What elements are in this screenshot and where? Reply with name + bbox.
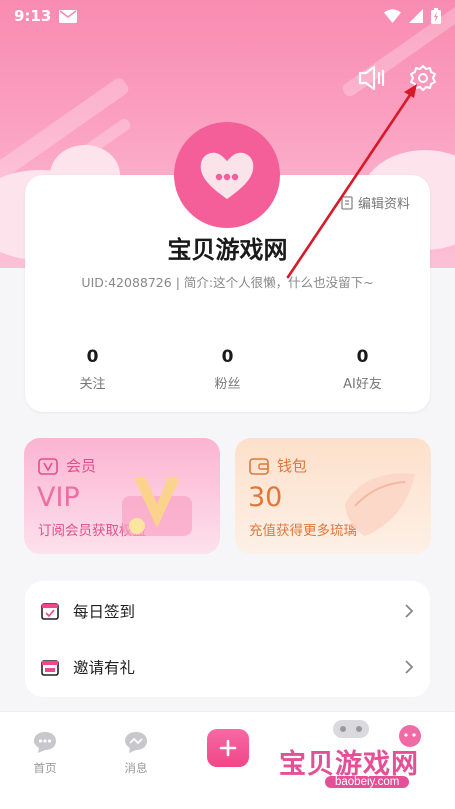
menu-item-daily-checkin[interactable]: 每日签到 [25, 583, 430, 639]
stat-value: 0 [86, 347, 99, 367]
chat-bubble-icon [34, 732, 56, 753]
vip-badge-icon [38, 457, 58, 475]
avatar[interactable] [174, 122, 280, 228]
menu-card: 每日签到 邀请有礼 [25, 581, 430, 697]
calendar-check-icon [41, 603, 59, 620]
mail-icon [59, 9, 78, 23]
watermark-url: baobeiy.com [325, 776, 410, 788]
stat-value: 0 [221, 347, 234, 367]
status-bar: 9:13 [0, 0, 455, 32]
nickname: 宝贝游戏网 [167, 236, 288, 264]
stat-label: 关注 [79, 377, 106, 392]
gamepad-icon [333, 720, 369, 738]
menu-item-label: 邀请有礼 [73, 659, 136, 677]
stat-label: 粉丝 [214, 377, 241, 392]
stat-label: AI好友 [343, 377, 382, 392]
plus-icon [219, 739, 237, 757]
status-time: 9:13 [14, 7, 52, 25]
settings-gear-icon[interactable] [409, 64, 437, 92]
tab-label: 消息 [124, 761, 148, 775]
vip-card[interactable]: 会员 VIP 订阅会员获取权益 [24, 438, 220, 554]
wallet-value: 30 [248, 482, 283, 513]
create-button[interactable] [207, 729, 249, 767]
menu-item-invite[interactable]: 邀请有礼 [25, 639, 430, 695]
user-bio: UID:42088726 | 简介:这个人很懒，什么也没留下~ [81, 275, 374, 290]
tab-messages[interactable]: 消息 [106, 730, 166, 776]
wifi-icon [384, 9, 401, 23]
wallet-title: 钱包 [277, 457, 308, 475]
stat-fans[interactable]: 0 粉丝 [160, 347, 295, 392]
heart-chat-icon [200, 152, 254, 199]
menu-item-label: 每日签到 [73, 603, 136, 621]
vip-title: 会员 [66, 457, 97, 475]
stat-following[interactable]: 0 关注 [25, 347, 160, 392]
vip-value: VIP [37, 482, 80, 513]
battery-icon [431, 8, 441, 24]
chevron-right-icon [405, 604, 414, 618]
stats-row: 0 关注 0 粉丝 0 AI好友 [25, 347, 430, 392]
stat-ai-friends[interactable]: 0 AI好友 [295, 347, 430, 392]
edit-profile-label: 编辑资料 [357, 197, 410, 212]
tab-label: 首页 [33, 761, 57, 775]
wallet-card[interactable]: 钱包 30 充值获得更多琉璃 [235, 438, 431, 554]
site-watermark: 宝贝游戏网 baobeiy.com [279, 714, 429, 804]
message-icon [125, 732, 147, 753]
wallet-icon [249, 457, 269, 475]
edit-profile-link[interactable]: 编辑资料 [341, 193, 410, 212]
edit-icon [341, 195, 353, 210]
speaker-icon[interactable] [357, 64, 387, 92]
tab-home[interactable]: 首页 [15, 730, 75, 776]
signal-icon [409, 9, 423, 23]
chevron-right-icon [405, 660, 414, 674]
stat-value: 0 [356, 347, 369, 367]
crystal-decoration-icon [345, 473, 415, 536]
vip-decoration-icon [122, 478, 192, 536]
gift-calendar-icon [41, 660, 59, 676]
